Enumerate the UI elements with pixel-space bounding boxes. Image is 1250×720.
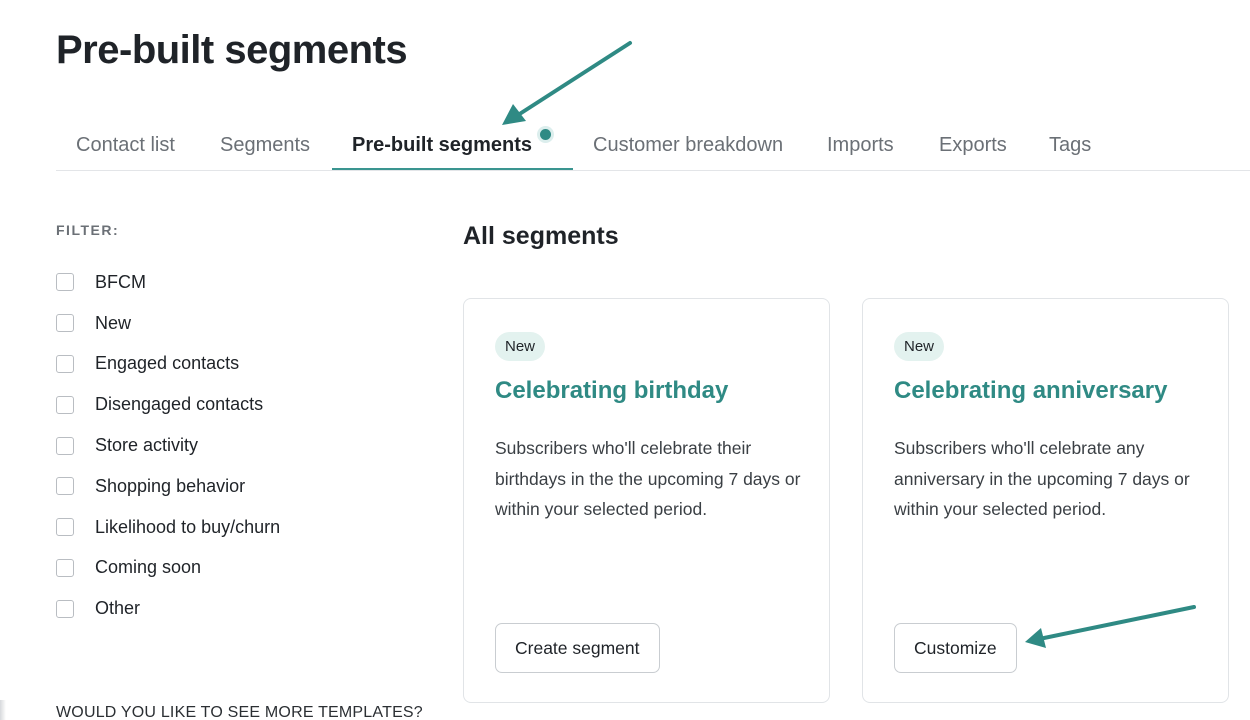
tab-bar: Contact list Segments Pre-built segments… xyxy=(56,120,1250,171)
notification-dot-icon xyxy=(540,129,551,140)
segment-card-birthday: New Celebrating birthday Subscribers who… xyxy=(463,298,830,703)
filter-option-label: Other xyxy=(95,598,141,619)
segment-card-anniversary: New Celebrating anniversary Subscribers … xyxy=(862,298,1229,703)
tab-segments[interactable]: Segments xyxy=(220,120,310,170)
checkbox[interactable] xyxy=(56,518,74,537)
filter-option-label: Shopping behavior xyxy=(95,475,246,496)
page-title: Pre-built segments xyxy=(56,28,408,72)
more-templates-prompt[interactable]: WOULD YOU LIKE TO SEE MORE TEMPLATES? xyxy=(56,704,423,720)
filter-list: BFCM New Engaged contacts Disengaged con… xyxy=(56,262,280,629)
filter-option-coming-soon[interactable]: Coming soon xyxy=(56,548,280,589)
filter-option-label: Likelihood to buy/churn xyxy=(95,516,281,537)
checkbox[interactable] xyxy=(56,354,74,373)
window-edge-shadow xyxy=(0,700,6,720)
tab-imports[interactable]: Imports xyxy=(827,120,894,170)
filter-option-label: Disengaged contacts xyxy=(95,394,264,415)
filter-option-label: Engaged contacts xyxy=(95,353,240,374)
segment-card-description: Subscribers who'll celebrate their birth… xyxy=(495,438,801,519)
checkbox[interactable] xyxy=(56,558,74,577)
checkbox[interactable] xyxy=(56,599,74,618)
tab-contact-list[interactable]: Contact list xyxy=(76,120,175,170)
filter-option-label: Coming soon xyxy=(95,557,202,578)
tab-pre-built-segments[interactable]: Pre-built segments xyxy=(352,120,532,170)
create-segment-button[interactable]: Create segment xyxy=(495,623,660,673)
new-badge: New xyxy=(495,332,546,361)
filter-option-label: New xyxy=(95,312,132,333)
checkbox[interactable] xyxy=(56,477,74,496)
filter-option-likelihood[interactable]: Likelihood to buy/churn xyxy=(56,507,280,548)
active-tab-indicator xyxy=(332,168,573,170)
filter-heading: FILTER: xyxy=(56,222,120,238)
filter-option-new[interactable]: New xyxy=(56,303,280,344)
filter-option-label: BFCM xyxy=(95,271,146,292)
pre-built-segments-page: Pre-built segments Contact list Segments… xyxy=(0,0,1250,720)
filter-option-engaged-contacts[interactable]: Engaged contacts xyxy=(56,344,280,385)
filter-option-label: Store activity xyxy=(95,435,199,456)
checkbox[interactable] xyxy=(56,436,74,455)
segment-card-title: Celebrating birthday xyxy=(495,377,729,404)
filter-option-disengaged-contacts[interactable]: Disengaged contacts xyxy=(56,384,280,425)
all-segments-heading: All segments xyxy=(463,222,619,250)
filter-option-store-activity[interactable]: Store activity xyxy=(56,425,280,466)
filter-option-shopping-behavior[interactable]: Shopping behavior xyxy=(56,466,280,507)
checkbox[interactable] xyxy=(56,395,74,414)
tab-customer-breakdown[interactable]: Customer breakdown xyxy=(593,120,783,170)
segment-card-description: Subscribers who'll celebrate any anniver… xyxy=(894,438,1190,519)
tab-tags[interactable]: Tags xyxy=(1049,120,1091,170)
filter-option-other[interactable]: Other xyxy=(56,588,280,629)
new-badge: New xyxy=(894,332,945,361)
checkbox[interactable] xyxy=(56,314,74,333)
segment-card-title: Celebrating anniversary xyxy=(894,377,1168,404)
filter-option-bfcm[interactable]: BFCM xyxy=(56,262,280,303)
tab-exports[interactable]: Exports xyxy=(939,120,1007,170)
customize-button[interactable]: Customize xyxy=(894,623,1017,673)
checkbox[interactable] xyxy=(56,273,74,292)
arrow-to-tab-icon xyxy=(502,41,632,125)
